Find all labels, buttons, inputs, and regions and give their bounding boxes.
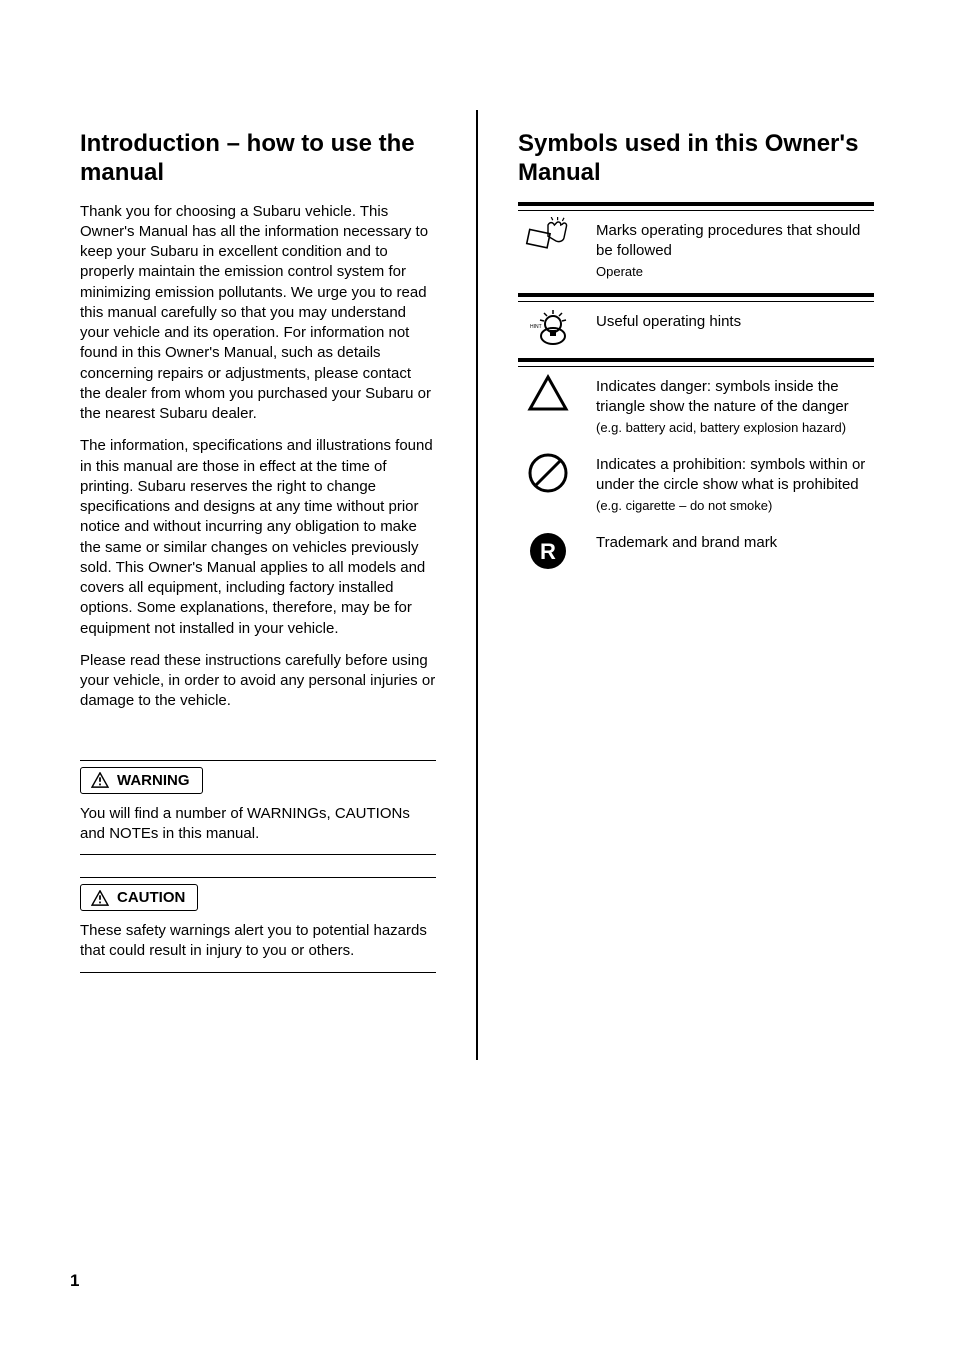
icon-row-0: Marks operating procedures that should b… [518, 211, 874, 289]
icon-row-2: Indicates danger: symbols inside the tri… [518, 367, 874, 445]
warning-rule-bottom [80, 854, 436, 855]
no-entry-icon [518, 451, 578, 495]
icon-row-0-line2: Operate [596, 263, 874, 281]
warning-triangle-icon [91, 772, 109, 788]
icon-row-1: HINT Useful operating hints [518, 302, 874, 354]
icon-row-1-rule-bottom [518, 358, 874, 367]
column-divider [476, 110, 478, 1060]
two-column-layout: Introduction – how to use the manual Tha… [80, 130, 874, 1060]
left-heading: Introduction – how to use the manual [80, 130, 436, 188]
warning-block: WARNING You will find a number of WARNIN… [80, 760, 436, 856]
svg-text:R: R [540, 539, 556, 564]
icon-row-4-line1: Trademark and brand mark [596, 533, 874, 553]
right-heading: Symbols used in this Owner's Manual [518, 130, 874, 188]
warning-label-text: WARNING [117, 772, 190, 789]
icon-row-0-line1: Marks operating procedures that should b… [596, 221, 874, 262]
triangle-outline-icon [518, 373, 578, 413]
icon-row-0-rule-top [518, 202, 874, 211]
hand-pointer-icon [518, 217, 578, 257]
icon-row-1-line1: Useful operating hints [596, 312, 874, 332]
r-circle-icon: R [518, 529, 578, 573]
caution-text: These safety warnings alert you to poten… [80, 921, 436, 962]
intro-paragraph-3: Please read these instructions carefully… [80, 651, 436, 712]
icon-row-2-line1: Indicates danger: symbols inside the tri… [596, 377, 874, 418]
icon-row-3: Indicates a prohibition: symbols within … [518, 445, 874, 523]
left-column: Introduction – how to use the manual Tha… [80, 130, 436, 1060]
icon-row-3-line1: Indicates a prohibition: symbols within … [596, 455, 874, 496]
intro-paragraph-2: The information, specifications and illu… [80, 436, 436, 639]
caution-label-box: CAUTION [80, 884, 198, 911]
caution-block: CAUTION These safety warnings alert you … [80, 877, 436, 973]
icon-row-4: R Trademark and brand mark [518, 523, 874, 579]
page-number: 1 [70, 1271, 79, 1291]
lightbulb-hint-icon: HINT [518, 308, 578, 348]
right-column: Symbols used in this Owner's Manual Mark… [518, 130, 874, 1060]
icon-row-2-line2: (e.g. battery acid, battery explosion ha… [596, 419, 874, 437]
page: Introduction – how to use the manual Tha… [0, 0, 954, 1351]
icon-row-3-line2: (e.g. cigarette – do not smoke) [596, 497, 874, 515]
caution-rule-top [80, 877, 436, 878]
intro-paragraph-1: Thank you for choosing a Subaru vehicle.… [80, 202, 436, 425]
warning-text: You will find a number of WARNINGs, CAUT… [80, 804, 436, 845]
warning-rule-top [80, 760, 436, 761]
warning-label-box: WARNING [80, 767, 203, 794]
caution-label-text: CAUTION [117, 889, 185, 906]
icon-row-0-rule-bottom [518, 293, 874, 302]
caution-rule-bottom [80, 972, 436, 973]
svg-text:HINT: HINT [530, 324, 542, 330]
caution-triangle-icon [91, 890, 109, 906]
